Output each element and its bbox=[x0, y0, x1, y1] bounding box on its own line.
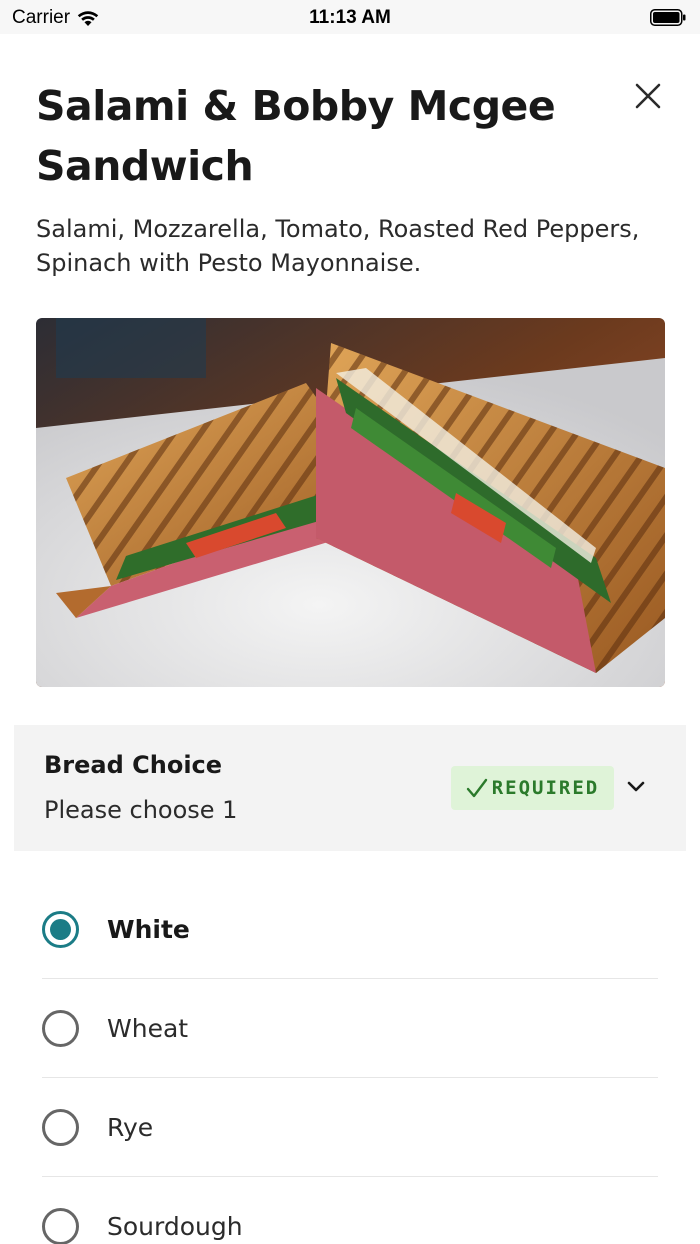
item-description: Salami, Mozzarella, Tomato, Roasted Red … bbox=[36, 215, 640, 277]
option-label: Wheat bbox=[107, 1013, 189, 1043]
option-label: White bbox=[107, 914, 190, 944]
option-sourdough[interactable]: Sourdough bbox=[42, 1177, 658, 1244]
item-title: Salami & Bobby Mcgee Sandwich bbox=[36, 82, 556, 190]
status-bar: Carrier 11:13 AM bbox=[0, 0, 700, 34]
check-icon bbox=[466, 778, 487, 798]
required-badge: REQUIRED bbox=[451, 766, 614, 810]
required-label: REQUIRED bbox=[491, 777, 600, 799]
group-subtitle: Please choose 1 bbox=[44, 796, 238, 824]
close-icon bbox=[635, 83, 661, 109]
close-button[interactable] bbox=[628, 76, 668, 116]
bread-choice-header[interactable]: Bread Choice Please choose 1 REQUIRED bbox=[14, 725, 686, 851]
option-white[interactable]: White bbox=[42, 880, 658, 979]
battery-icon bbox=[650, 9, 686, 26]
item-photo bbox=[36, 318, 665, 687]
group-title: Bread Choice bbox=[44, 751, 223, 779]
option-label: Sourdough bbox=[107, 1212, 243, 1241]
option-label: Rye bbox=[107, 1112, 154, 1142]
option-rye[interactable]: Rye bbox=[42, 1078, 658, 1177]
option-wheat[interactable]: Wheat bbox=[42, 979, 658, 1078]
radio-icon[interactable] bbox=[42, 1108, 79, 1146]
radio-icon[interactable] bbox=[42, 1009, 79, 1047]
collapse-toggle[interactable] bbox=[626, 775, 646, 799]
radio-icon[interactable] bbox=[42, 910, 79, 948]
status-time: 11:13 AM bbox=[309, 7, 391, 28]
chevron-down-icon bbox=[627, 781, 645, 792]
radio-icon[interactable] bbox=[42, 1208, 79, 1244]
